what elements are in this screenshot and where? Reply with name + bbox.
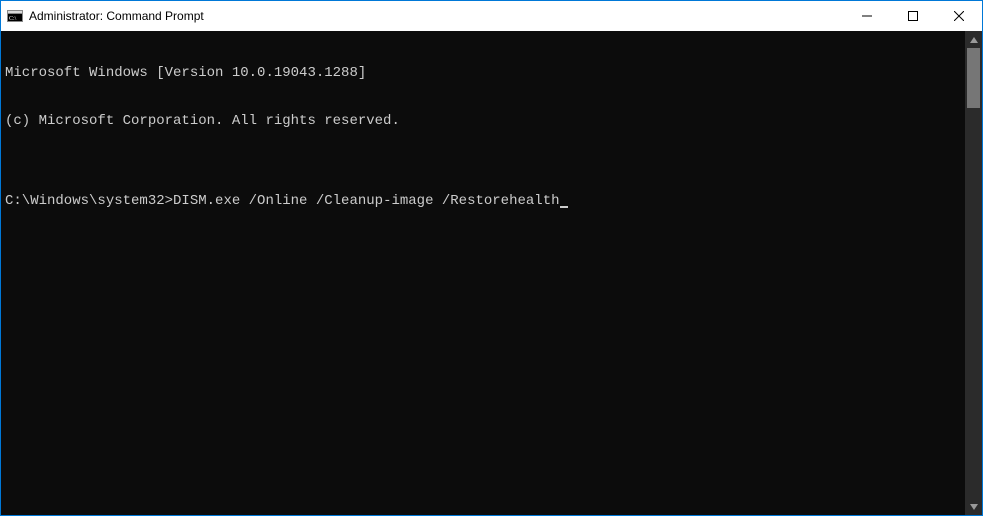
prompt-text: C:\Windows\system32>: [5, 193, 173, 209]
close-button[interactable]: [936, 1, 982, 31]
copyright-line: (c) Microsoft Corporation. All rights re…: [5, 113, 961, 129]
svg-text:C:\: C:\: [9, 16, 17, 22]
command-text: DISM.exe /Online /Cleanup-image /Restore…: [173, 193, 559, 209]
scroll-down-arrow-icon[interactable]: [965, 498, 982, 515]
prompt-line: C:\Windows\system32>DISM.exe /Online /Cl…: [5, 193, 961, 209]
window-controls: [844, 1, 982, 31]
command-prompt-window: C:\ Administrator: Command Prompt Micros…: [0, 0, 983, 516]
text-cursor: [560, 206, 568, 208]
window-title: Administrator: Command Prompt: [29, 9, 204, 23]
minimize-button[interactable]: [844, 1, 890, 31]
scroll-up-arrow-icon[interactable]: [965, 31, 982, 48]
cmd-icon: C:\: [7, 8, 23, 24]
scroll-track[interactable]: [965, 48, 982, 498]
version-line: Microsoft Windows [Version 10.0.19043.12…: [5, 65, 961, 81]
titlebar[interactable]: C:\ Administrator: Command Prompt: [1, 1, 982, 31]
terminal-output[interactable]: Microsoft Windows [Version 10.0.19043.12…: [1, 31, 965, 515]
scroll-thumb[interactable]: [967, 48, 980, 108]
maximize-button[interactable]: [890, 1, 936, 31]
client-area: Microsoft Windows [Version 10.0.19043.12…: [1, 31, 982, 515]
vertical-scrollbar[interactable]: [965, 31, 982, 515]
